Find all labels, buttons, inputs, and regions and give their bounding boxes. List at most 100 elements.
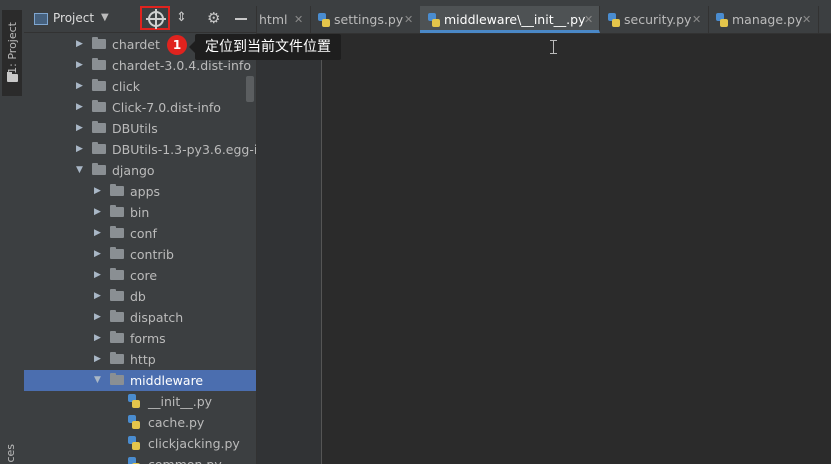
close-icon[interactable]: ✕ xyxy=(294,6,303,33)
tree-folder-row[interactable]: ▼ middleware xyxy=(24,370,256,391)
python-file-icon xyxy=(318,13,330,27)
editor-tab[interactable]: middleware\__init__.py ✕ xyxy=(420,6,600,33)
tree-folder-row[interactable]: ▶ http xyxy=(24,349,256,370)
collapse-arrow-icon[interactable]: ▶ xyxy=(76,55,83,76)
tree-file-row[interactable]: clickjacking.py xyxy=(24,433,256,454)
python-file-icon xyxy=(128,394,140,408)
editor-tab[interactable]: security.py ✕ xyxy=(600,6,709,33)
folder-icon xyxy=(92,142,106,154)
tree-item-label: dispatch xyxy=(130,310,184,325)
minimize-icon[interactable] xyxy=(235,18,247,20)
tree-folder-row[interactable]: ▶ apps xyxy=(24,181,256,202)
project-view-title[interactable]: Project xyxy=(53,11,94,25)
folder-icon xyxy=(110,247,124,259)
code-editor[interactable] xyxy=(257,34,831,464)
tree-item-label: clickjacking.py xyxy=(148,436,240,451)
tree-folder-row[interactable]: ▼ django xyxy=(24,160,256,181)
bottom-tool-tab-label[interactable]: ces xyxy=(4,444,17,463)
tree-item-label: contrib xyxy=(130,247,174,262)
tree-folder-row[interactable]: ▶ db xyxy=(24,286,256,307)
collapse-arrow-icon[interactable]: ▶ xyxy=(76,118,83,139)
expand-arrow-icon[interactable]: ▼ xyxy=(76,160,83,181)
expand-arrow-icon[interactable]: ▼ xyxy=(94,370,101,391)
tree-folder-row[interactable]: ▶ Click-7.0.dist-info xyxy=(24,97,256,118)
editor-tab[interactable]: settings.py ✕ xyxy=(310,6,421,33)
collapse-all-icon[interactable]: ⇕ xyxy=(176,10,187,25)
tree-folder-row[interactable]: ▶ dispatch xyxy=(24,307,256,328)
tree-folder-row[interactable]: ▶ contrib xyxy=(24,244,256,265)
collapse-arrow-icon[interactable]: ▶ xyxy=(76,34,83,55)
close-icon[interactable]: ✕ xyxy=(692,6,701,33)
project-tool-tab[interactable]: 1: Project xyxy=(2,10,22,96)
collapse-arrow-icon[interactable]: ▶ xyxy=(76,139,83,160)
tree-file-row[interactable]: common.py xyxy=(24,454,256,464)
close-icon[interactable]: ✕ xyxy=(802,6,811,33)
locate-tooltip: 定位到当前文件位置 xyxy=(195,34,341,60)
folder-icon xyxy=(110,268,124,280)
tree-folder-row[interactable]: ▶ forms xyxy=(24,328,256,349)
tree-item-label: bin xyxy=(130,205,150,220)
collapse-arrow-icon[interactable]: ▶ xyxy=(94,181,101,202)
tree-folder-row[interactable]: ▶ conf xyxy=(24,223,256,244)
folder-icon xyxy=(110,184,124,196)
folder-icon xyxy=(92,100,106,112)
collapse-arrow-icon[interactable]: ▶ xyxy=(94,244,101,265)
collapse-arrow-icon[interactable]: ▶ xyxy=(94,349,101,370)
tree-file-row[interactable]: __init__.py xyxy=(24,391,256,412)
chevron-down-icon[interactable]: ▼ xyxy=(101,12,109,23)
tree-folder-row[interactable]: ▶ click xyxy=(24,76,256,97)
tree-item-label: DBUtils xyxy=(112,121,158,136)
editor-tab[interactable]: html ✕ xyxy=(257,6,311,33)
project-panel: Project ▼ ⇕ ⚙ ▶ chardet ▶ chardet-3.0.4.dis… xyxy=(24,6,257,464)
editor-tab-bar: html ✕ settings.py ✕ middleware\__init__.py ✕… xyxy=(257,6,831,34)
folder-icon xyxy=(7,72,18,82)
folder-icon xyxy=(92,58,106,70)
tree-item-label: django xyxy=(112,163,155,178)
tree-item-label: Click-7.0.dist-info xyxy=(112,100,221,115)
collapse-arrow-icon[interactable]: ▶ xyxy=(94,307,101,328)
tree-item-label: core xyxy=(130,268,158,283)
tree-folder-row[interactable]: ▶ DBUtils xyxy=(24,118,256,139)
editor-tab-label: middleware\__init__.py xyxy=(444,12,586,27)
close-icon[interactable]: ✕ xyxy=(584,6,593,33)
python-file-icon xyxy=(128,436,140,450)
tree-item-label: conf xyxy=(130,226,157,241)
collapse-arrow-icon[interactable]: ▶ xyxy=(94,286,101,307)
folder-icon xyxy=(110,310,124,322)
collapse-arrow-icon[interactable]: ▶ xyxy=(94,202,101,223)
folder-icon xyxy=(92,163,106,175)
collapse-arrow-icon[interactable]: ▶ xyxy=(94,328,101,349)
collapse-arrow-icon[interactable]: ▶ xyxy=(94,223,101,244)
tree-item-label: click xyxy=(112,79,140,94)
tree-item-label: __init__.py xyxy=(148,394,213,409)
tree-item-label: http xyxy=(130,352,156,367)
editor-tab-label: html xyxy=(259,12,288,27)
close-icon[interactable]: ✕ xyxy=(404,6,413,33)
tree-item-label: middleware xyxy=(130,373,204,388)
tree-folder-row[interactable]: ▶ core xyxy=(24,265,256,286)
collapse-arrow-icon[interactable]: ▶ xyxy=(94,265,101,286)
python-file-icon xyxy=(716,13,728,27)
folder-icon xyxy=(110,289,124,301)
collapse-arrow-icon[interactable]: ▶ xyxy=(76,76,83,97)
tree-item-label: forms xyxy=(130,331,166,346)
collapse-arrow-icon[interactable]: ▶ xyxy=(76,97,83,118)
tree-item-label: DBUtils-1.3-py3.6.egg-info xyxy=(112,142,257,157)
editor-gutter xyxy=(257,34,322,464)
tree-item-label: apps xyxy=(130,184,161,199)
folder-icon xyxy=(110,373,124,385)
editor-tab[interactable]: manage.py ✕ xyxy=(708,6,819,33)
tree-item-label: chardet xyxy=(112,37,160,52)
tree-file-row[interactable]: cache.py xyxy=(24,412,256,433)
editor-tab-label: settings.py xyxy=(334,12,404,27)
tree-scrollbar[interactable] xyxy=(246,76,254,102)
locate-file-button[interactable] xyxy=(140,6,170,30)
gear-icon[interactable]: ⚙ xyxy=(207,9,220,27)
tree-folder-row[interactable]: ▶ bin xyxy=(24,202,256,223)
tree-item-label: cache.py xyxy=(148,415,205,430)
left-tool-strip: 1: Project ces xyxy=(0,6,25,464)
folder-icon xyxy=(110,205,124,217)
folder-icon xyxy=(110,226,124,238)
python-file-icon xyxy=(128,457,140,464)
tree-folder-row[interactable]: ▶ DBUtils-1.3-py3.6.egg-info xyxy=(24,139,256,160)
